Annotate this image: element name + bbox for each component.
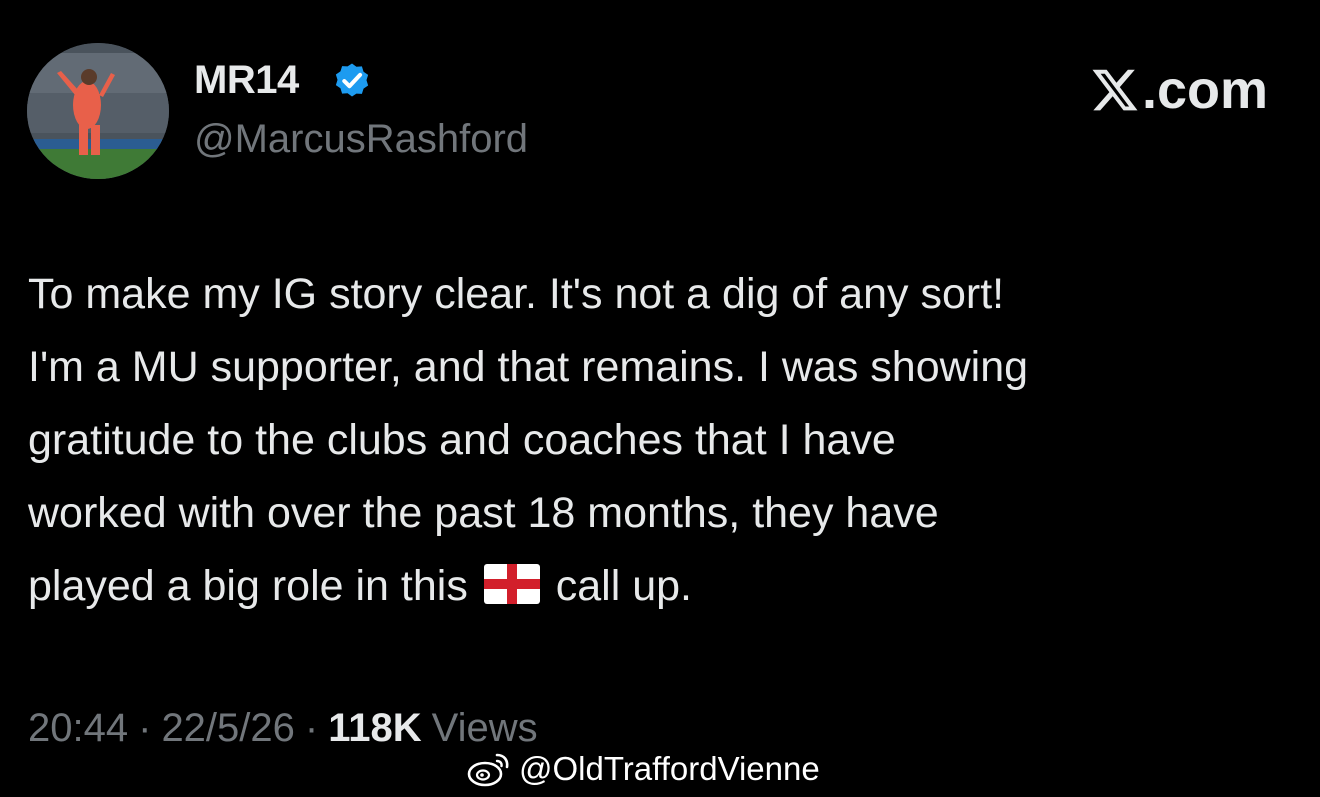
meta-separator: · (304, 705, 319, 750)
views-count[interactable]: 118K (328, 706, 421, 751)
views-label[interactable]: Views (432, 706, 538, 751)
x-logo-icon (1092, 69, 1138, 111)
england-flag-emoji (483, 564, 540, 604)
display-name[interactable]: MR14 (194, 58, 299, 104)
tweet-time[interactable]: 20:44 (28, 706, 128, 751)
tweet-date[interactable]: 22/5/26 (161, 706, 294, 751)
tweet-meta: 20:44 · 22/5/26 · 118K Views (28, 703, 538, 753)
tweet-line: To make my IG story clear. It's not a di… (28, 270, 1005, 318)
tweet-line: worked with over the past 18 months, the… (28, 489, 939, 537)
weibo-icon (467, 753, 509, 787)
brand-watermark: .com (1090, 60, 1268, 120)
tweet-text: To make my IG story clear. It's not a di… (28, 258, 1303, 623)
meta-separator: · (138, 705, 152, 750)
tweet-line: I'm a MU supporter, and that remains. I … (28, 343, 1029, 391)
user-handle[interactable]: @MarcusRashford (194, 117, 528, 163)
avatar-photo (27, 43, 169, 179)
tweet-line: gratitude to the clubs and coaches that … (28, 416, 896, 464)
tweet-line-text: played a big role in this (28, 562, 468, 610)
tweet-line-last: played a big role in this call up. (28, 550, 1303, 623)
tweet-line-text: call up. (555, 562, 692, 610)
watermark-text: @OldTraffordVienne (519, 750, 820, 787)
avatar[interactable] (27, 43, 169, 179)
verified-badge-icon (335, 63, 369, 97)
brand-domain-text: .com (1141, 60, 1268, 120)
weibo-watermark: @OldTraffordVienne (467, 748, 820, 790)
